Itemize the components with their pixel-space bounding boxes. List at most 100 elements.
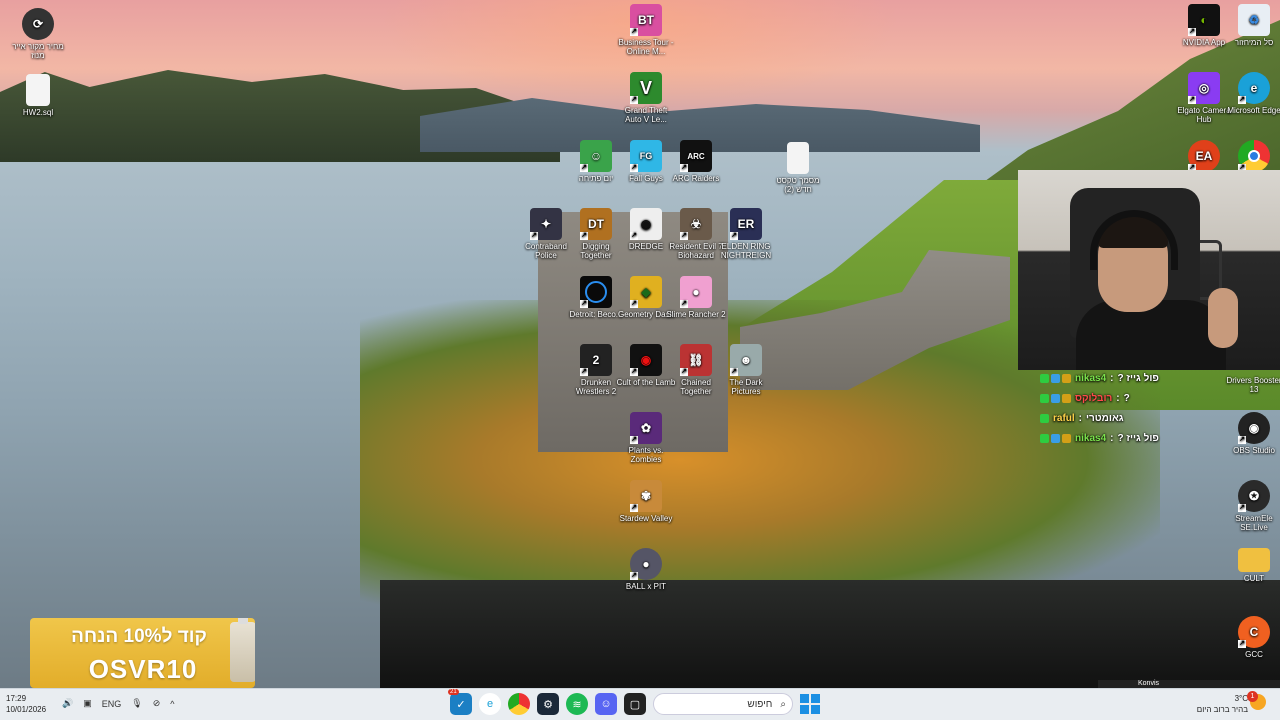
desktop-icon-slime-rancher[interactable]: ● Slime Rancher 2 — [666, 276, 726, 319]
desktop-icon-recycle-left[interactable]: ⟳ מחיר מקור אייר מנוז — [8, 8, 68, 60]
desktop-icon-label: Slime Rancher 2 — [666, 310, 726, 319]
recycle-bin-icon: ♻ — [1238, 4, 1270, 36]
desktop-icon-business-tour[interactable]: BT Business Tour - Online M... — [616, 4, 676, 56]
taskbar-chrome-icon[interactable] — [508, 693, 530, 715]
taskbar-task-view-icon[interactable]: ▢ — [624, 693, 646, 715]
stream-mini-player[interactable]: Konvis — [1098, 680, 1280, 688]
desktop-icon-dark-pictures[interactable]: ☻ The Dark Pictures — [716, 344, 776, 396]
streamelements-icon: ✪ — [1238, 480, 1270, 512]
game-icon: ☺ — [580, 140, 612, 172]
chat-separator: : — [1116, 392, 1120, 404]
network-icon[interactable]: ▣ — [83, 698, 92, 709]
desktop-icon-label: מסמך טקסט חדש (2) — [776, 176, 820, 194]
desktop-icon-streamelements[interactable]: ✪ StreamEle SE.Live — [1224, 480, 1280, 532]
digging-icon: DT — [580, 208, 612, 240]
desktop-icon-label: Grand Theft Auto V Le... — [624, 106, 668, 124]
taskbar-badge: 21 — [448, 689, 459, 695]
desktop-icon-gta[interactable]: V Grand Theft Auto V Le... — [616, 72, 676, 124]
volume-icon[interactable]: 🔊 — [62, 698, 73, 709]
chat-message: raful : גאומטרי — [1040, 408, 1220, 428]
desktop-icon-label: BALL x PIT — [625, 582, 667, 591]
bluetooth-icon[interactable]: ⊘ — [153, 698, 161, 709]
chat-username: nikas4 — [1075, 432, 1107, 444]
desktop-icon-label: מחיר מקור אייר מנוז — [12, 42, 64, 60]
slime-rancher-icon: ● — [680, 276, 712, 308]
desktop-icon-chrome[interactable] — [1224, 140, 1280, 174]
desktop-icon-label: ELDEN RING NIGHTREIGN — [720, 242, 772, 260]
weather-desc: בהיר ברוב היום — [1196, 705, 1248, 714]
chat-separator: : — [1078, 412, 1083, 424]
desktop-icon-label: CULT — [1243, 574, 1265, 583]
desktop-icon-arc-raiders[interactable]: ARC ARC Raiders — [666, 140, 726, 183]
chat-username: רובלוקס — [1075, 392, 1113, 404]
desktop-icon-label: ARC Raiders — [672, 174, 720, 183]
chat-badges — [1040, 373, 1071, 383]
geometry-dash-icon: ◆ — [630, 276, 662, 308]
desktop-icon-label: Drivers Booster 13 — [1226, 376, 1280, 394]
taskbar-spotify-icon[interactable]: ≋ — [566, 693, 588, 715]
sponsor-banner: קוד ל10% הנחה OSVR10 — [30, 618, 255, 688]
desktop-icon-text-file[interactable]: מסמך טקסט חדש (2) — [768, 142, 828, 194]
dredge-icon: ◉ — [630, 208, 662, 240]
drunken-wrestlers-icon: 2 — [580, 344, 612, 376]
desktop-icon-ball-pit[interactable]: ● BALL x PIT — [616, 548, 676, 591]
nvidia-icon: ◐ — [1188, 4, 1220, 36]
chat-username: nikas4 — [1075, 372, 1107, 384]
desktop-icon-drivers-booster[interactable]: Drivers Booster 13 — [1224, 376, 1280, 394]
language-indicator[interactable]: ENG — [102, 699, 122, 709]
taskbar-edge-icon[interactable]: e — [479, 693, 501, 715]
chat-message: רובלוקס : ? — [1040, 388, 1220, 408]
stream-mini-name: Konvis — [1138, 680, 1160, 687]
taskbar-discord-icon[interactable]: ☺ — [595, 693, 617, 715]
taskbar-apps: ✓ 21 e ⚙ ≋ ☺ ▢ חיפוש ⌕ — [448, 689, 820, 715]
notification-badge: 1 — [1247, 691, 1258, 702]
desktop-icon-elden-ring[interactable]: ER ELDEN RING NIGHTREIGN — [716, 208, 776, 260]
edge-icon: e — [1238, 72, 1270, 104]
chat-username: raful — [1053, 412, 1075, 424]
microphone-icon[interactable]: 🎙 — [131, 698, 142, 709]
desktop: ⟳ מחיר מקור אייר מנוז HW2.sql BT Busines… — [0, 0, 1280, 688]
webcam-overlay — [1018, 170, 1280, 370]
taskbar-weather[interactable]: 3°C בהיר ברוב היום — [1190, 693, 1248, 715]
detroit-icon — [580, 276, 612, 308]
chat-separator: : — [1110, 432, 1114, 444]
folder-icon — [1238, 548, 1270, 572]
desktop-icon-recycle-bin[interactable]: ♻ סל המיחזור — [1224, 4, 1280, 47]
chat-separator: : — [1110, 372, 1114, 384]
desktop-icon-label: Stardew Valley — [619, 514, 673, 523]
desktop-icon-label: Microsoft Edge — [1227, 106, 1280, 115]
dark-pictures-icon: ☻ — [730, 344, 762, 376]
desktop-icon-plants-zombies[interactable]: ✿ Plants vs. Zombies — [616, 412, 676, 464]
desktop-icon-gcc[interactable]: C GCC — [1224, 616, 1280, 659]
desktop-icon-edge[interactable]: e Microsoft Edge — [1224, 72, 1280, 115]
chat-badges — [1040, 413, 1049, 423]
stardew-icon: ✾ — [630, 480, 662, 512]
sponsor-discount-text: קוד ל10% הנחה — [71, 626, 207, 647]
taskbar-clock[interactable]: 17:29 10/01/2026 — [6, 693, 46, 715]
start-button[interactable] — [800, 694, 820, 714]
chat-badges — [1040, 433, 1071, 443]
chat-badges — [1040, 393, 1071, 403]
app-circle-icon: ⟳ — [22, 8, 54, 40]
chat-message: nikas4 : פול גייז ? — [1040, 368, 1220, 388]
desktop-icon-cult-folder[interactable]: CULT — [1224, 548, 1280, 583]
chat-text: פול גייז ? — [1117, 372, 1159, 384]
desktop-icon-label: Business Tour - Online M... — [618, 38, 674, 56]
desktop-icon-hw2[interactable]: HW2.sql — [8, 74, 68, 117]
chevron-up-icon[interactable]: ^ — [170, 699, 174, 709]
stream-chat: nikas4 : פול גייז ? רובלוקס : ? raful : … — [1040, 368, 1220, 448]
taskbar-steam-icon[interactable]: ⚙ — [537, 693, 559, 715]
plants-zombies-icon: ✿ — [630, 412, 662, 444]
chat-text: גאומטרי — [1086, 412, 1124, 424]
arc-raiders-icon: ARC — [680, 140, 712, 172]
fall-guys-icon: FG — [630, 140, 662, 172]
cult-of-the-lamb-icon: ◉ — [630, 344, 662, 376]
wallpaper-water — [380, 580, 1280, 688]
taskbar-search[interactable]: חיפוש ⌕ — [653, 693, 793, 715]
ea-icon: EA — [1188, 140, 1220, 172]
taskbar-steam-alt-icon[interactable]: ✓ 21 — [448, 689, 472, 715]
desktop-icon-stardew[interactable]: ✾ Stardew Valley — [616, 480, 676, 523]
desktop-icon-label: Plants vs. Zombies — [628, 446, 664, 464]
taskbar: 17:29 10/01/2026 🔊 ▣ ENG 🎙 ⊘ ^ ✓ 21 e ⚙ … — [0, 688, 1280, 720]
desktop-icon-obs[interactable]: ◉ OBS Studio — [1224, 412, 1280, 455]
